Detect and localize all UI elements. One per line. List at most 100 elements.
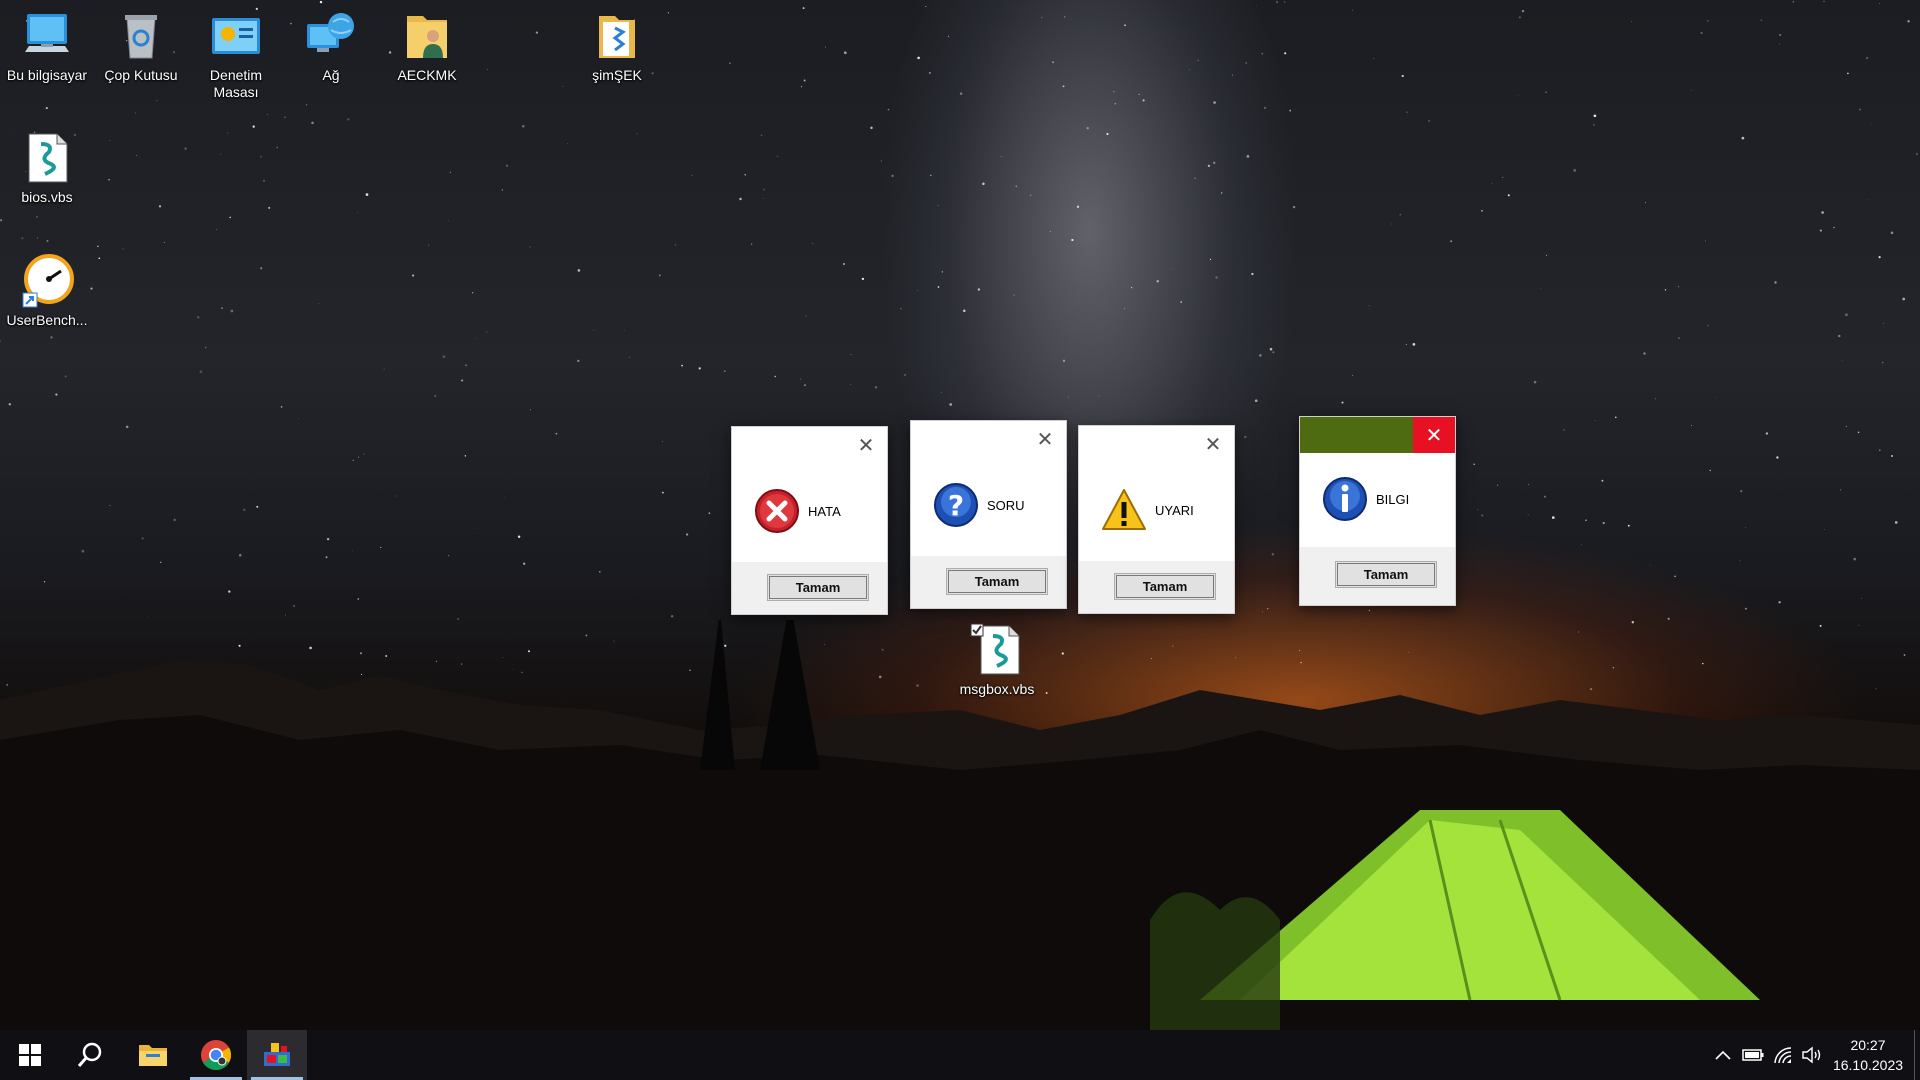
- star: [623, 329, 625, 331]
- star: [297, 418, 299, 420]
- ok-button[interactable]: Tamam: [767, 574, 869, 601]
- star: [1627, 524, 1630, 527]
- dialog-titlebar[interactable]: ✕: [911, 421, 1066, 457]
- star: [1593, 114, 1597, 118]
- star: [1823, 0, 1825, 2]
- star: [1284, 1, 1286, 3]
- desktop-icon-msgbox-vbs[interactable]: msgbox.vbs: [952, 622, 1042, 698]
- star: [925, 6, 927, 7]
- star: [347, 118, 350, 121]
- question-dialog[interactable]: ✕ ? SORU Tamam: [910, 420, 1067, 609]
- close-button[interactable]: ✕: [1024, 421, 1066, 457]
- star: [1745, 607, 1747, 610]
- star: [1865, 56, 1869, 60]
- star: [802, 7, 805, 10]
- star: [1916, 153, 1918, 155]
- star: [1882, 361, 1884, 364]
- file-explorer-button[interactable]: [123, 1030, 183, 1080]
- close-button[interactable]: ✕: [845, 427, 887, 463]
- speaker-icon: [1802, 1046, 1821, 1064]
- start-button[interactable]: [0, 1030, 60, 1080]
- desktop-icon-bios-vbs[interactable]: bios.vbs: [2, 130, 92, 206]
- star: [1690, 424, 1692, 426]
- star: [667, 12, 669, 14]
- star: [1267, 608, 1269, 610]
- ok-button[interactable]: Tamam: [1114, 573, 1216, 600]
- star: [141, 537, 144, 540]
- star: [504, 497, 506, 498]
- star: [311, 121, 314, 125]
- chrome-button[interactable]: [186, 1030, 246, 1080]
- star: [1259, 354, 1262, 357]
- dialog-titlebar[interactable]: ✕: [1300, 417, 1455, 453]
- star: [1263, 106, 1267, 109]
- star: [199, 370, 203, 374]
- star: [593, 329, 595, 332]
- dialog-titlebar[interactable]: ✕: [1079, 426, 1234, 462]
- star: [1650, 564, 1652, 566]
- desktop-icon-network[interactable]: Ağ: [286, 8, 376, 84]
- star: [1284, 52, 1287, 55]
- star: [326, 537, 330, 541]
- network-button[interactable]: [1769, 1030, 1797, 1080]
- star: [1292, 205, 1296, 209]
- star: [357, 598, 360, 600]
- star: [1502, 176, 1504, 178]
- close-button[interactable]: ✕: [1192, 426, 1234, 462]
- volume-button[interactable]: [1798, 1030, 1826, 1080]
- star: [1064, 16, 1066, 18]
- desktop-icon-label: Denetim Masası: [209, 67, 263, 100]
- close-icon: ✕: [857, 434, 875, 457]
- star: [1289, 109, 1292, 112]
- star: [1194, 177, 1196, 179]
- star: [930, 174, 932, 177]
- ok-button[interactable]: Tamam: [946, 568, 1048, 595]
- desktop-icon-this-pc[interactable]: Bu bilgisayar: [2, 8, 92, 84]
- star: [1276, 1, 1278, 3]
- star: [365, 193, 369, 196]
- star: [963, 309, 966, 313]
- star: [1368, 305, 1370, 307]
- star: [228, 590, 231, 593]
- desktop-icon-userbenchmark[interactable]: UserBench...: [2, 253, 92, 329]
- star: [1352, 9, 1354, 11]
- control-panel-icon: [212, 18, 260, 54]
- star: [729, 62, 731, 65]
- star: [1207, 164, 1211, 168]
- taskbar-clock[interactable]: 20:27 16.10.2023: [1828, 1035, 1908, 1075]
- desktop-icon-folder[interactable]: şimŞEK: [572, 8, 662, 84]
- ok-button[interactable]: Tamam: [1335, 561, 1437, 588]
- star: [1891, 455, 1893, 457]
- show-hidden-icons-button[interactable]: [1710, 1030, 1736, 1080]
- star: [487, 69, 489, 70]
- desktop-icon-user-folder[interactable]: AECKMK: [382, 8, 472, 84]
- star: [1845, 313, 1848, 317]
- close-button[interactable]: ✕: [1413, 417, 1455, 453]
- app-button[interactable]: [247, 1030, 307, 1080]
- star: [1521, 9, 1525, 13]
- desktop-icon-control-panel[interactable]: Denetim Masası: [191, 8, 281, 101]
- error-dialog[interactable]: ✕ HATA Tamam: [731, 426, 888, 615]
- desktop-icon-recycle-bin[interactable]: Çop Kutusu: [96, 8, 186, 84]
- battery-button[interactable]: [1739, 1030, 1767, 1080]
- warning-dialog[interactable]: ✕ UYARI Tamam: [1078, 425, 1235, 614]
- dialog-titlebar[interactable]: ✕: [732, 427, 887, 463]
- star: [658, 274, 661, 277]
- star: [774, 375, 776, 378]
- info-dialog[interactable]: ✕ BILGI Tamam: [1299, 416, 1456, 606]
- star: [1674, 575, 1676, 578]
- search-button[interactable]: [60, 1030, 120, 1080]
- star: [505, 164, 509, 167]
- star: [763, 188, 766, 191]
- star: [1593, 124, 1595, 126]
- show-desktop-button[interactable]: [1914, 1030, 1920, 1080]
- star: [97, 245, 99, 247]
- star: [1740, 489, 1743, 493]
- star: [1244, 435, 1247, 439]
- star: [982, 182, 985, 186]
- star: [449, 171, 452, 174]
- desktop-icon-label: şimŞEK: [592, 67, 642, 83]
- star: [473, 527, 475, 529]
- star: [1401, 74, 1404, 78]
- star: [843, 263, 845, 265]
